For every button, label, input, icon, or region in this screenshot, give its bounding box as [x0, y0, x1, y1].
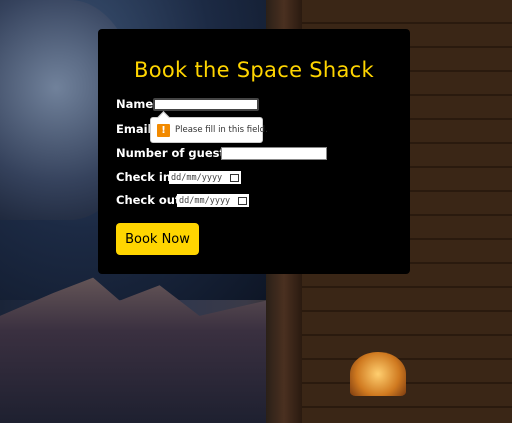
checkin-date-input[interactable]: dd/mm/yyyy [169, 171, 241, 184]
validation-tooltip: ! Please fill in this field. [150, 117, 268, 143]
calendar-icon[interactable] [238, 196, 247, 205]
guests-input[interactable] [221, 147, 327, 160]
validation-message: Please fill in this field. [175, 125, 268, 135]
checkout-date-input[interactable]: dd/mm/yyyy [177, 194, 249, 207]
calendar-icon[interactable] [230, 173, 239, 182]
guests-label: Number of guests: [116, 146, 237, 160]
checkin-label: Check in: [116, 170, 176, 184]
page-title: Book the Space Shack [134, 58, 374, 82]
checkout-label: Check out: [116, 193, 186, 207]
name-input[interactable] [153, 98, 259, 111]
book-now-button[interactable]: Book Now [116, 223, 199, 255]
checkout-placeholder: dd/mm/yyyy [179, 195, 231, 206]
name-label: Name: [116, 97, 158, 111]
warning-icon: ! [157, 123, 170, 137]
lamp [350, 352, 406, 396]
checkin-placeholder: dd/mm/yyyy [171, 172, 223, 183]
